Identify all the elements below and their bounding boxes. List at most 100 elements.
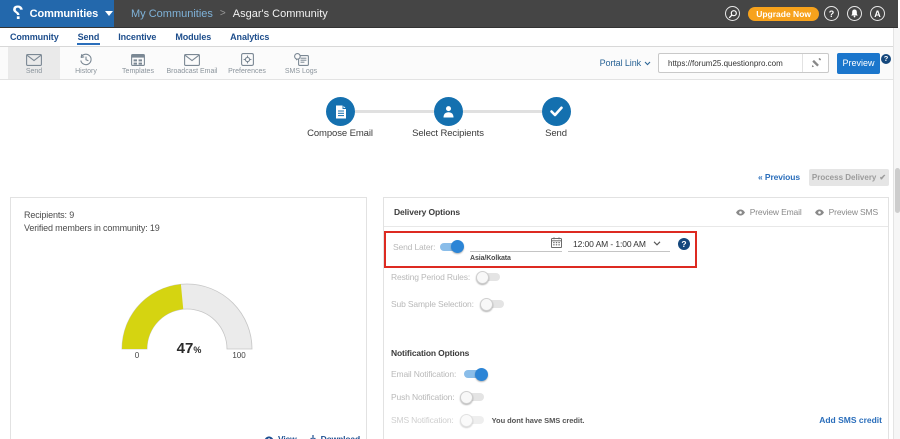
- portal-link-label: Portal Link: [600, 58, 641, 68]
- panel-title: Delivery Options: [394, 207, 460, 217]
- step-label-select-recipients: Select Recipients: [388, 128, 508, 139]
- send-time-select[interactable]: 12:00 AM - 1:00 AM: [568, 236, 670, 252]
- preview-email-link[interactable]: Preview Email: [735, 207, 802, 217]
- questionpro-logo-icon: ?: [12, 4, 24, 23]
- add-sms-credit-link[interactable]: Add SMS credit: [819, 415, 882, 425]
- send-later-toggle[interactable]: [439, 240, 462, 253]
- timezone-label: Asia/Kolkata: [470, 255, 511, 262]
- sub-sample-row: Sub Sample Selection:: [391, 296, 504, 312]
- step-connector: [463, 110, 542, 113]
- templates-icon: [131, 54, 145, 66]
- download-link[interactable]: Download: [309, 434, 360, 439]
- chevron-down-icon: [644, 61, 651, 66]
- verified-members-text: Verified members in community: 19: [24, 222, 366, 235]
- breadcrumb-parent-link[interactable]: My Communities: [131, 8, 213, 20]
- download-icon: [309, 435, 317, 439]
- tab-send[interactable]: Send: [78, 29, 100, 46]
- search-icon: [729, 10, 737, 18]
- toolbar-item-templates[interactable]: Templates: [112, 47, 164, 79]
- sub-sample-toggle[interactable]: [481, 298, 504, 311]
- toolbar-item-broadcast-email[interactable]: Broadcast Email: [164, 47, 220, 79]
- communities-menu-label: Communities: [30, 8, 99, 20]
- step-compose-email[interactable]: [326, 97, 355, 126]
- preferences-icon: [241, 53, 254, 66]
- email-notification-toggle[interactable]: [463, 368, 486, 381]
- download-link-label: Download: [321, 434, 360, 439]
- portal-url-input[interactable]: [659, 59, 802, 68]
- envelope-icon: [26, 54, 42, 66]
- toolbar-item-sms-logs[interactable]: SMS Logs: [274, 47, 328, 79]
- preview-button[interactable]: Preview: [837, 53, 880, 74]
- delivery-options-panel: Delivery Options Preview Email Preview S…: [383, 197, 889, 439]
- calendar-icon: [551, 237, 562, 248]
- push-notification-toggle[interactable]: [461, 391, 484, 404]
- caret-down-icon: [105, 11, 113, 16]
- tab-modules[interactable]: Modules: [175, 29, 211, 46]
- toolbar-item-send[interactable]: Send: [8, 47, 60, 79]
- broadcast-email-icon: [184, 54, 200, 66]
- toolbar-item-preferences[interactable]: Preferences: [220, 47, 274, 79]
- toolbar: Send History Templates Broadcast Email P…: [0, 47, 898, 80]
- portal-help-icon[interactable]: ?: [881, 54, 891, 64]
- step-label-compose-email: Compose Email: [280, 128, 400, 139]
- tab-incentive[interactable]: Incentive: [118, 29, 156, 46]
- eye-icon: [264, 436, 274, 439]
- process-delivery-button[interactable]: Process Delivery ✔: [809, 169, 889, 186]
- communities-menu[interactable]: ? Communities: [0, 0, 114, 27]
- nav-tabs: Community Send Incentive Modules Analyti…: [0, 28, 898, 47]
- toolbar-item-label: History: [75, 68, 97, 75]
- topbar-actions: Upgrade Now ? A: [725, 0, 898, 27]
- step-select-recipients[interactable]: [434, 97, 463, 126]
- notification-options-title: Notification Options: [391, 348, 469, 358]
- recipients-count-text: Recipients: 9: [24, 209, 366, 222]
- preview-sms-label: Preview SMS: [829, 207, 878, 217]
- avatar-button[interactable]: A: [870, 6, 885, 21]
- tab-analytics[interactable]: Analytics: [230, 29, 269, 46]
- recipients-panel: Recipients: 9 Verified members in commun…: [10, 197, 367, 439]
- email-notification-row: Email Notification:: [391, 366, 486, 382]
- history-icon: [79, 53, 93, 66]
- preview-sms-link[interactable]: Preview SMS: [814, 207, 878, 217]
- check-icon: ✔: [879, 173, 886, 182]
- gauge-value-label: 47%: [177, 340, 202, 357]
- sms-credit-note: You dont have SMS credit.: [492, 416, 585, 425]
- notification-options-header: Notification Options: [391, 345, 469, 361]
- completion-gauge: 47% 0 100: [97, 271, 277, 368]
- scrollbar-thumb[interactable]: [895, 168, 900, 213]
- push-notification-label: Push Notification:: [391, 392, 454, 402]
- toolbar-item-history[interactable]: History: [60, 47, 112, 79]
- upgrade-now-button[interactable]: Upgrade Now: [748, 7, 819, 21]
- help-button[interactable]: ?: [824, 6, 839, 21]
- breadcrumb-separator: >: [220, 8, 226, 19]
- portal-link-dropdown[interactable]: Portal Link: [600, 58, 651, 68]
- toolbar-item-label: Preferences: [228, 68, 266, 75]
- notifications-button[interactable]: [847, 6, 862, 21]
- eye-icon: [735, 209, 746, 216]
- scrollbar-track[interactable]: [893, 28, 900, 439]
- step-send[interactable]: [542, 97, 571, 126]
- person-icon: [442, 105, 455, 118]
- document-icon: [335, 105, 347, 119]
- sms-notification-toggle[interactable]: [461, 414, 484, 427]
- send-later-help-icon[interactable]: ?: [678, 238, 690, 250]
- resting-period-toggle[interactable]: [477, 271, 500, 284]
- topbar: ? Communities My Communities > Asgar's C…: [0, 0, 898, 28]
- eye-icon: [814, 209, 825, 216]
- check-icon: [550, 106, 563, 117]
- send-date-input[interactable]: [470, 236, 562, 252]
- step-label-send: Send: [496, 128, 616, 139]
- gauge-max-label: 100: [232, 351, 246, 360]
- send-wizard-stepper: Compose Email Select Recipients Send: [0, 97, 898, 142]
- search-button[interactable]: [725, 6, 740, 21]
- view-link-label: View: [278, 434, 297, 439]
- edit-url-button[interactable]: [802, 54, 828, 72]
- resting-period-row: Resting Period Rules:: [391, 269, 500, 285]
- chevron-down-icon: [653, 241, 661, 246]
- view-link[interactable]: View: [264, 434, 297, 439]
- toolbar-item-label: Send: [26, 68, 42, 75]
- previous-link[interactable]: « Previous: [758, 172, 800, 182]
- sms-notification-label: SMS Notification:: [391, 415, 454, 425]
- tab-community[interactable]: Community: [10, 29, 59, 46]
- step-connector: [355, 110, 434, 113]
- resting-period-label: Resting Period Rules:: [391, 272, 470, 282]
